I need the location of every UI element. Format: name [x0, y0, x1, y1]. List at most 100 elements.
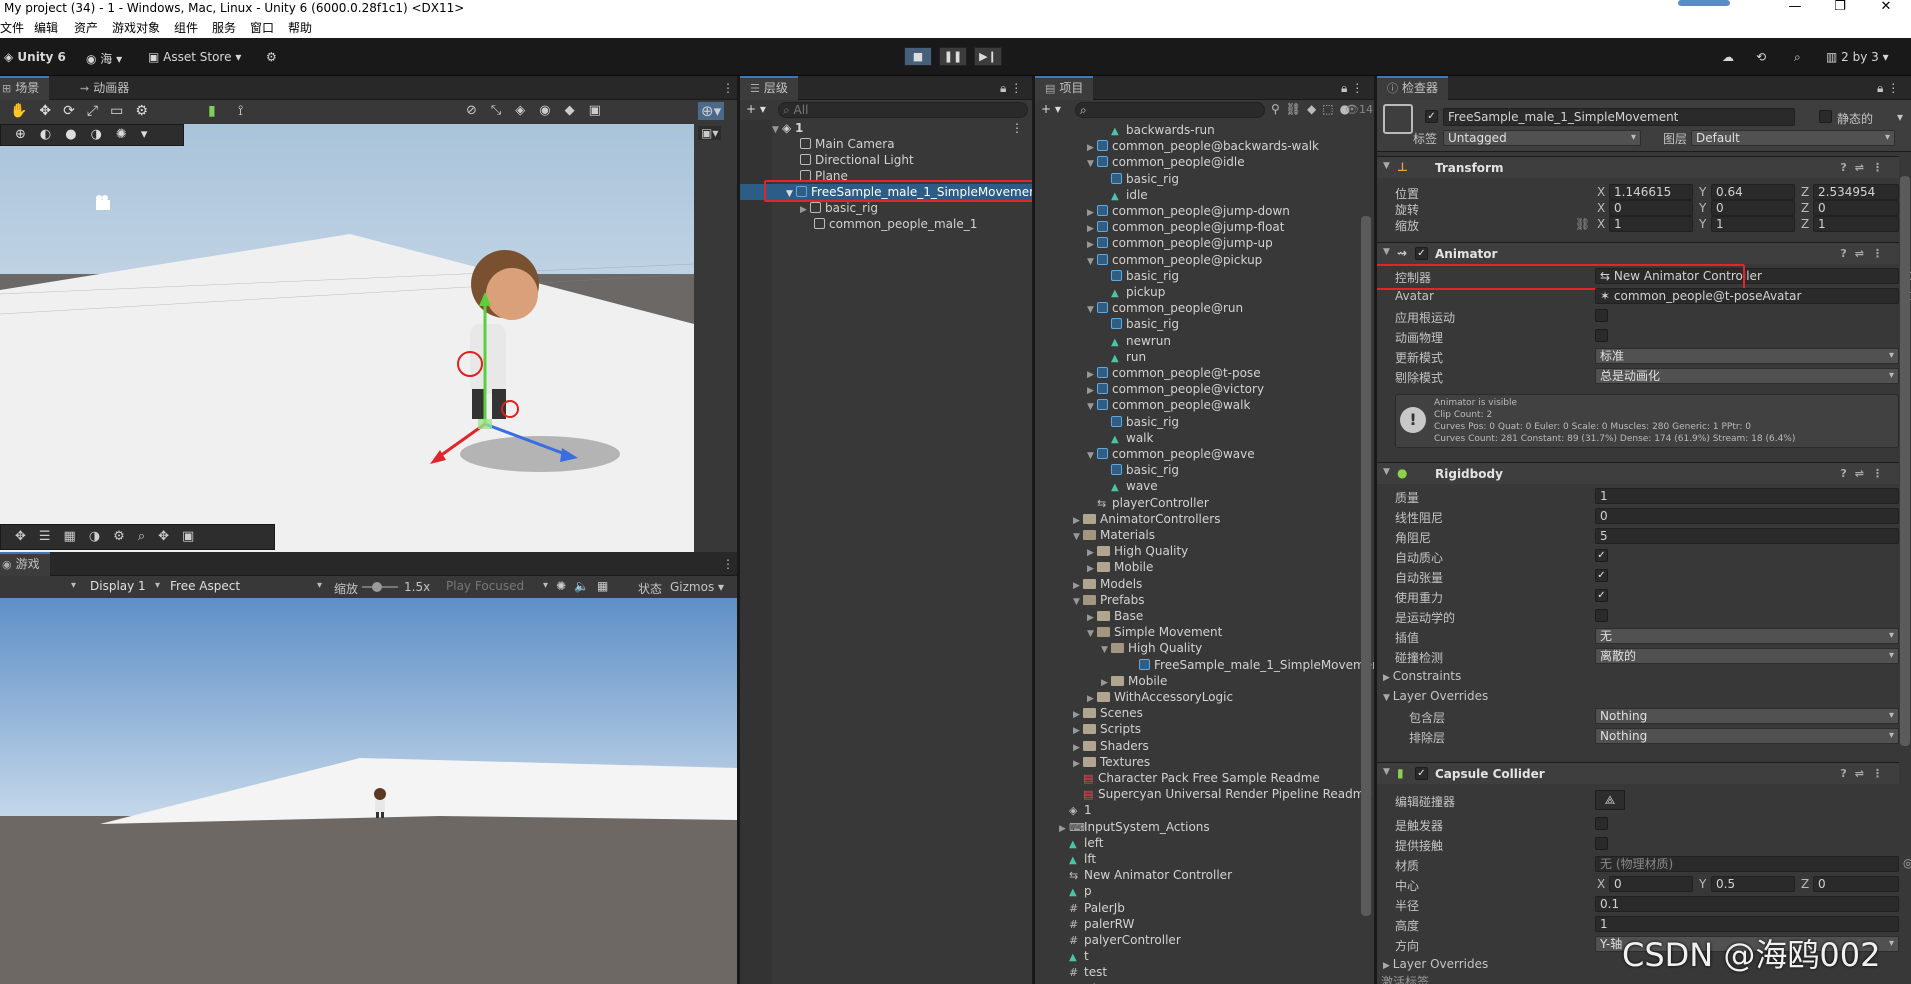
collision-detection-dropdown[interactable]: 离散的	[1595, 648, 1899, 664]
project-item[interactable]: # PalerJb	[1059, 900, 1125, 916]
component-menu-icons[interactable]: ?⇌⋮	[1840, 467, 1891, 480]
include-layers-dropdown[interactable]: Nothing	[1595, 708, 1899, 724]
project-item[interactable]: basic_rig	[1101, 462, 1179, 478]
static-dropdown-arrow[interactable]: ▾	[1897, 110, 1903, 124]
pause-button[interactable]: ❚❚	[939, 47, 967, 66]
project-item[interactable]: basic_rig	[1101, 414, 1179, 430]
project-add-button[interactable]: + ▾	[1041, 102, 1061, 116]
unity-logo[interactable]: ◈ Unity 6	[4, 50, 66, 64]
play-button[interactable]: ■	[904, 47, 932, 66]
project-item[interactable]: ▶ Mobile	[1101, 673, 1167, 689]
project-item[interactable]: # palyerController	[1059, 932, 1181, 948]
project-item[interactable]: ▶ common_people@jump-down	[1087, 203, 1290, 219]
project-item[interactable]: ▼ Simple Movement	[1087, 624, 1222, 640]
project-item[interactable]: ▼ High Quality	[1101, 640, 1202, 656]
object-picker-icon[interactable]: ◎	[1903, 856, 1911, 870]
kinematic-checkbox[interactable]	[1595, 609, 1608, 622]
object-name-field[interactable]: FreeSample_male_1_SimpleMovement	[1443, 108, 1795, 126]
static-checkbox[interactable]	[1819, 110, 1832, 123]
project-item[interactable]: ▶ Textures	[1073, 754, 1150, 770]
menu-file[interactable]: 文件	[0, 19, 24, 36]
scene-bottom-overlay[interactable]: ✥☰▦◑⚙⌕✥▣	[0, 524, 275, 550]
project-item[interactable]: ▲ newrun	[1101, 333, 1171, 349]
hierarchy-scene-row[interactable]: ▼ ◈ 1 ⋮	[772, 120, 1032, 136]
project-item[interactable]: ⇆ playerController	[1087, 495, 1209, 511]
layer-overrides-foldout[interactable]: ▼ Layer Overrides	[1383, 689, 1488, 703]
material-field[interactable]: 无 (物理材质)	[1595, 856, 1899, 872]
overlay-tools-icons[interactable]: ✥☰▦◑⚙⌕✥▣	[15, 529, 207, 544]
project-scrollbar[interactable]	[1361, 216, 1371, 916]
minimize-button[interactable]: —	[1775, 0, 1815, 16]
tag-dropdown[interactable]: Untagged	[1443, 130, 1641, 146]
project-item[interactable]: ▶ Scripts	[1073, 721, 1141, 737]
auto-com-checkbox[interactable]: ✓	[1595, 549, 1608, 562]
project-item[interactable]: ▶ common_people@jump-up	[1087, 235, 1273, 251]
project-item[interactable]: ▲ lft	[1059, 851, 1096, 867]
layer-dropdown[interactable]: Default	[1691, 130, 1895, 146]
step-button[interactable]: ▶❙	[974, 47, 1002, 66]
rot-x-field[interactable]: 0	[1609, 200, 1693, 216]
rot-y-field[interactable]: 0	[1711, 200, 1795, 216]
project-item[interactable]: basic_rig	[1101, 316, 1179, 332]
radius-field[interactable]: 0.1	[1595, 896, 1899, 912]
game-toggle-icons[interactable]: ✺🔈▦	[556, 579, 616, 593]
anim-physics-checkbox[interactable]	[1595, 329, 1608, 342]
menu-gameobject[interactable]: 游戏对象	[112, 19, 160, 36]
game-menu-icon[interactable]: ⋮	[712, 552, 737, 576]
shading-mode-icons[interactable]: ⊕◐●◑✺▾	[15, 127, 161, 142]
constraints-foldout[interactable]: ▶ Constraints	[1383, 669, 1461, 683]
project-item[interactable]: ▶ ⌨InputSystem_Actions	[1059, 819, 1210, 835]
rot-z-field[interactable]: 0	[1813, 200, 1899, 216]
layout-dropdown[interactable]: ▥ 2 by 3 ▾	[1826, 50, 1889, 64]
project-filter-icons[interactable]: ⚲⛓◆⬚●	[1271, 102, 1356, 116]
menu-services[interactable]: 服务	[212, 19, 236, 36]
project-item[interactable]: ▼ common_people@wave	[1087, 446, 1255, 462]
auto-tensor-checkbox[interactable]: ✓	[1595, 569, 1608, 582]
interpolate-dropdown[interactable]: 无	[1595, 628, 1899, 644]
tab-hierarchy[interactable]: ☰ 层级	[740, 76, 798, 100]
collapse-arrow-icon[interactable]: ▼	[1383, 161, 1390, 171]
scale-z-field[interactable]: 1	[1813, 216, 1899, 232]
edit-collider-button[interactable]: ⟁	[1595, 790, 1625, 810]
project-lock-icon[interactable]: 🔒︎ ⋮	[1331, 76, 1373, 100]
hierarchy-item-directional-light[interactable]: Directional Light	[800, 152, 914, 168]
active-checkbox[interactable]: ✓	[1425, 110, 1438, 123]
menu-window[interactable]: 窗口	[250, 19, 274, 36]
hierarchy-add-button[interactable]: + ▾	[746, 102, 766, 116]
drag-field[interactable]: 0	[1595, 508, 1899, 524]
scale-slider[interactable]	[362, 582, 398, 592]
scene-menu-icon[interactable]: ⋮	[712, 76, 737, 100]
search-icon[interactable]: ⌕	[1794, 50, 1801, 65]
project-item[interactable]: ▼ Prefabs	[1073, 592, 1145, 608]
hierarchy-item-common-people-male[interactable]: common_people_male_1	[814, 216, 977, 232]
hierarchy-item-basic-rig[interactable]: ▶ basic_rig	[800, 200, 878, 216]
project-item[interactable]: basic_rig	[1101, 171, 1179, 187]
aspect-dropdown[interactable]: Free Aspect	[166, 579, 326, 595]
project-item[interactable]: ▶ Mobile	[1087, 559, 1153, 575]
is-trigger-checkbox[interactable]	[1595, 817, 1608, 830]
project-item[interactable]: # palerRW	[1059, 916, 1134, 932]
camera-settings-icon[interactable]: ▣▾	[698, 126, 722, 140]
center-x-field[interactable]: 0	[1609, 876, 1693, 892]
project-item[interactable]: ▼ Materials	[1073, 527, 1155, 543]
scale-y-field[interactable]: 1	[1711, 216, 1795, 232]
history-icon[interactable]: ⟲	[1756, 50, 1766, 64]
project-item[interactable]: ▲ backwards-run	[1101, 122, 1215, 138]
project-item[interactable]: ▶ Models	[1073, 576, 1142, 592]
project-item[interactable]: ▲ p	[1059, 883, 1092, 899]
project-item[interactable]: FreeSample_male_1_SimpleMovement	[1129, 657, 1374, 673]
gizmo-toggle-icon[interactable]: ⊕▾	[698, 102, 725, 120]
project-item[interactable]: ◈ 1	[1059, 802, 1092, 818]
expand-arrow-icon[interactable]: ▼	[1087, 254, 1097, 270]
inspector-lock-icon[interactable]: 🔒︎ ⋮	[1867, 76, 1909, 100]
project-item[interactable]: ▼ common_people@idle	[1087, 154, 1245, 170]
snap-icon[interactable]: ⟟	[238, 103, 243, 119]
project-item[interactable]: ⇆ New Animator Controller	[1059, 867, 1232, 883]
collapse-arrow-icon[interactable]: ▼	[1383, 767, 1390, 777]
hierarchy-search-input[interactable]: ⌕ All	[778, 102, 1028, 118]
center-y-field[interactable]: 0.5	[1711, 876, 1795, 892]
expand-arrow-icon[interactable]: ▼	[1073, 594, 1083, 610]
project-item[interactable]: ▶ common_people@t-pose	[1087, 365, 1261, 381]
project-item[interactable]: ▶Packages	[1045, 981, 1128, 984]
project-item[interactable]: ▶ Shaders	[1073, 738, 1149, 754]
